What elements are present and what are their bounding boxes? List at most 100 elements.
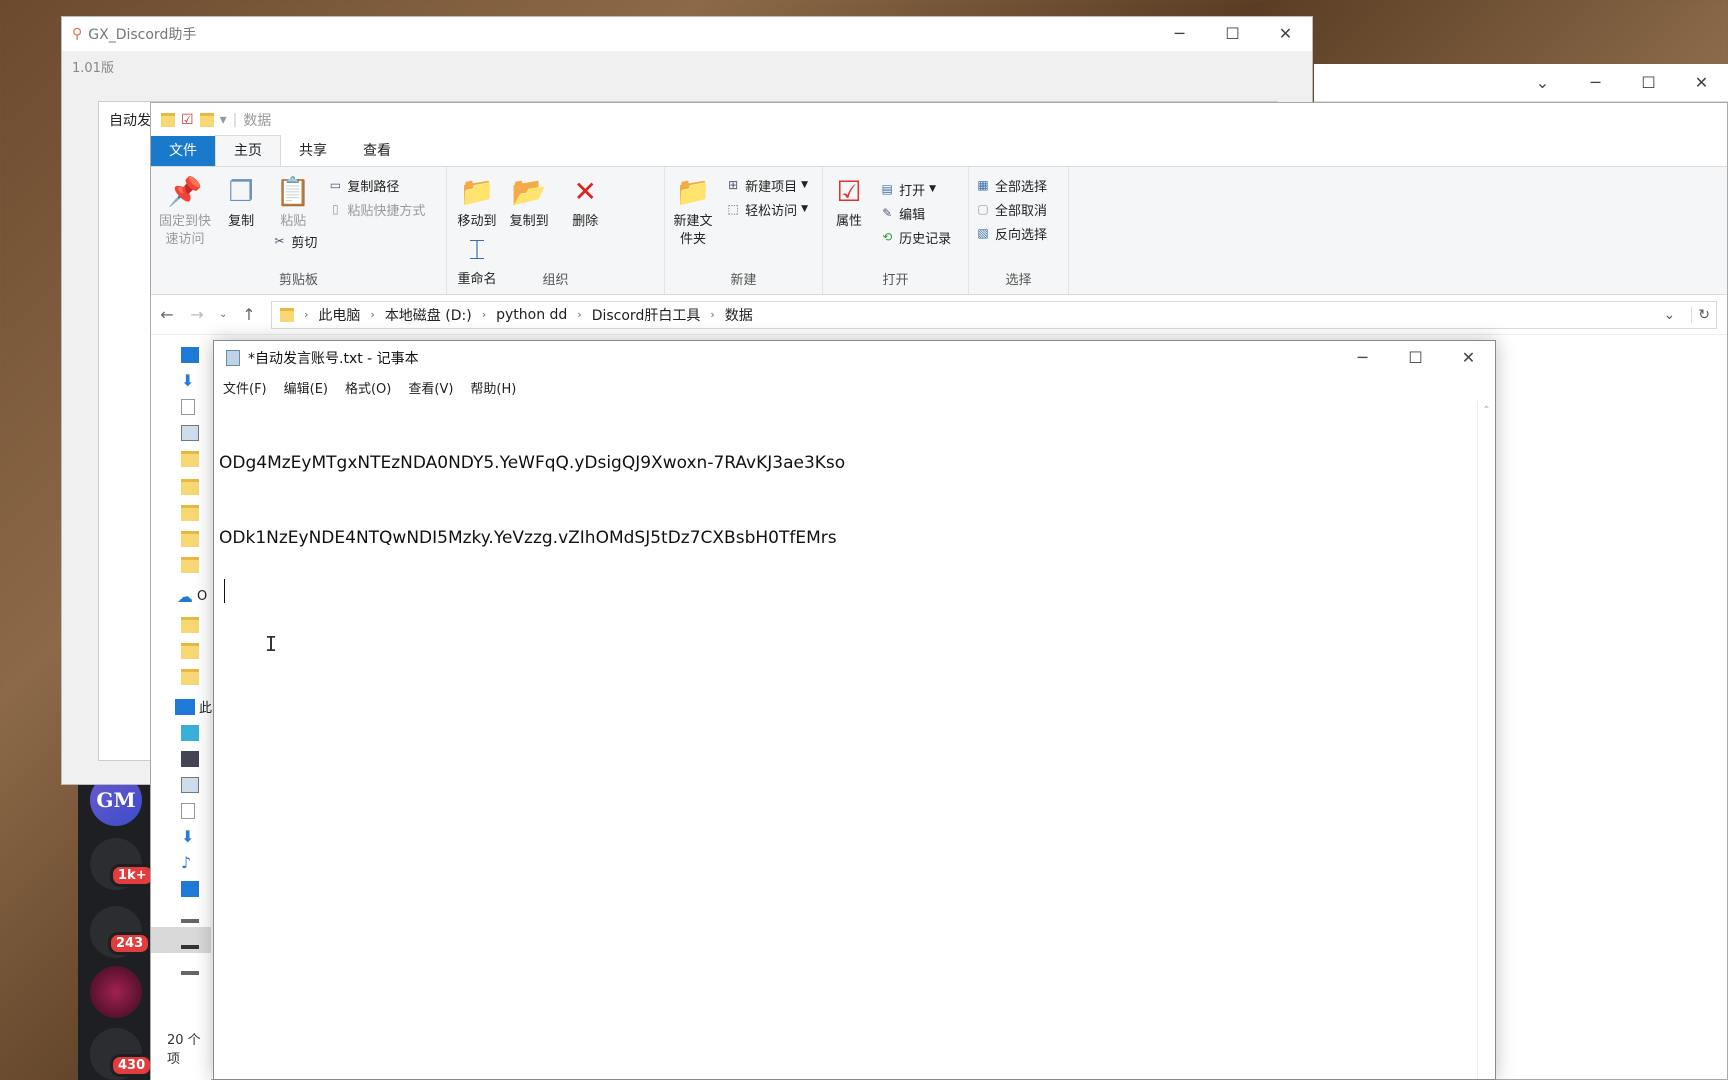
folder-icon[interactable] — [181, 557, 199, 573]
new-folder-icon: 📁 — [675, 175, 711, 208]
close-icon[interactable]: ✕ — [1675, 68, 1728, 98]
scroll-up-icon[interactable]: ⌃ — [1478, 405, 1495, 416]
move-to-button[interactable]: 📁 移动到 — [453, 173, 501, 231]
chevron-down-icon: ▼ — [801, 180, 809, 190]
tab-share[interactable]: 共享 — [281, 136, 345, 166]
document-icon[interactable] — [181, 399, 195, 415]
new-folder-icon[interactable] — [199, 113, 214, 127]
text-line[interactable]: ODg4MzEyMTgxNTEzNDA0NDY5.YeWFqQ.yDsigQJ9… — [219, 451, 1475, 476]
chevron-down-icon[interactable]: ▾ — [220, 112, 227, 128]
folder-icon[interactable] — [181, 531, 199, 547]
edit-button[interactable]: ✎ 编辑 — [879, 201, 951, 225]
copy-to-button[interactable]: 📂 复制到 — [505, 173, 553, 231]
drive-icon[interactable] — [181, 907, 199, 923]
properties-button[interactable]: ☑ 属性 — [829, 173, 869, 231]
server-icon[interactable] — [90, 966, 142, 1018]
drive-icon[interactable] — [181, 933, 199, 949]
maximize-icon[interactable]: ☐ — [1206, 19, 1259, 49]
back-arrow-icon[interactable]: ← — [159, 305, 175, 324]
picture-icon[interactable] — [181, 425, 199, 441]
maximize-icon[interactable]: ☐ — [1389, 343, 1442, 373]
notepad-text-area[interactable]: ODg4MzEyMTgxNTEzNDA0NDY5.YeWFqQ.yDsigQJ9… — [219, 401, 1475, 1079]
chevron-down-icon[interactable]: ⌄ — [1664, 307, 1676, 323]
copy-button[interactable]: ❐ 复制 — [217, 173, 265, 231]
menu-edit[interactable]: 编辑(E) — [284, 378, 328, 397]
paste-button[interactable]: 📋 粘贴 — [269, 173, 317, 231]
folder-icon[interactable] — [181, 669, 199, 685]
desktop-icon[interactable] — [181, 881, 199, 897]
select-all-label: 全部选择 — [995, 179, 1048, 195]
folder-icon[interactable] — [181, 505, 199, 521]
tab-view[interactable]: 查看 — [345, 136, 409, 166]
music-icon[interactable]: ♪ — [181, 855, 199, 871]
download-icon[interactable]: ⬇ — [181, 373, 199, 389]
maximize-icon[interactable]: ☐ — [1622, 68, 1675, 98]
select-none-button[interactable]: ▢ 全部取消 — [975, 197, 1062, 221]
download-icon[interactable]: ⬇ — [181, 829, 199, 845]
this-pc-label[interactable]: 此 — [199, 697, 212, 716]
new-folder-button[interactable]: 📁 新建文件夹 — [671, 173, 715, 249]
minimize-icon[interactable]: ─ — [1153, 19, 1206, 49]
text-caret — [224, 579, 225, 603]
menu-help[interactable]: 帮助(H) — [470, 378, 516, 397]
video-icon[interactable] — [181, 751, 199, 767]
menu-file[interactable]: 文件(F) — [223, 378, 267, 397]
onedrive-label[interactable]: O — [197, 589, 207, 604]
tab-file[interactable]: 文件 — [151, 136, 215, 166]
copy-path-button[interactable]: ▭ 复制路径 — [327, 173, 425, 197]
tab-home[interactable]: 主页 — [215, 135, 281, 166]
forward-arrow-icon[interactable]: → — [189, 305, 205, 324]
folder-icon[interactable] — [181, 643, 199, 659]
minimize-icon[interactable]: ─ — [1569, 68, 1622, 98]
breadcrumb-item[interactable]: 数据 — [725, 305, 753, 325]
picture-icon[interactable] — [181, 777, 199, 793]
chevron-down-icon[interactable]: ⌄ — [219, 309, 227, 320]
up-arrow-icon[interactable]: ↑ — [241, 305, 257, 324]
checkbox-icon[interactable]: ☑ — [181, 112, 194, 128]
refresh-icon[interactable]: ↻ — [1691, 306, 1716, 323]
desktop-icon[interactable] — [181, 347, 199, 363]
notepad-titlebar: *自动发言账号.txt - 记事本 ─ ☐ ✕ — [214, 341, 1495, 375]
text-line[interactable]: ODk1NzEyNDE4NTQwNDI5Mzky.YeVzzg.vZIhOMdS… — [219, 526, 1475, 551]
edit-icon: ✎ — [882, 206, 893, 220]
menu-view[interactable]: 查看(V) — [408, 378, 453, 397]
menu-format[interactable]: 格式(O) — [345, 378, 391, 397]
unread-badge: 1k+ — [110, 864, 155, 887]
delete-button[interactable]: ✕ 删除 — [561, 173, 609, 231]
gx-tab-label[interactable]: 自动发 — [109, 110, 151, 130]
cut-button[interactable]: ✂ 剪切 — [271, 229, 425, 253]
breadcrumb-item[interactable]: Discord肝白工具 — [592, 305, 701, 325]
folder-icon[interactable] — [181, 617, 199, 633]
folder-icon[interactable] — [181, 479, 199, 495]
close-icon[interactable]: ✕ — [1442, 343, 1495, 373]
close-icon[interactable]: ✕ — [1259, 19, 1312, 49]
rename-icon: ⌶ — [468, 233, 486, 266]
delete-icon: ✕ — [573, 175, 598, 208]
discord-server-list: GM 1k+ 243 430 — [78, 760, 155, 1080]
folder-icon[interactable] — [181, 451, 199, 467]
breadcrumb-item[interactable]: python dd — [496, 307, 567, 323]
paste-shortcut-button[interactable]: ▯ 粘贴快捷方式 — [327, 197, 425, 221]
history-button[interactable]: ⟲ 历史记录 — [879, 225, 951, 249]
pin-quick-access-button[interactable]: 📌 固定到快速访问 — [157, 173, 213, 249]
chevron-down-icon[interactable]: ⌄ — [1516, 68, 1569, 98]
minimize-icon[interactable]: ─ — [1336, 343, 1389, 373]
drive-icon[interactable] — [181, 959, 199, 975]
history-icon: ⟲ — [882, 230, 893, 244]
breadcrumb-item[interactable]: 此电脑 — [318, 305, 360, 325]
organize-group-label: 组织 — [542, 273, 569, 288]
delete-label: 删除 — [572, 214, 599, 229]
this-pc-icon[interactable] — [175, 699, 195, 715]
new-item-button[interactable]: ⊞ 新建项目 ▼ — [725, 173, 808, 197]
select-all-button[interactable]: ▦ 全部选择 — [975, 173, 1062, 197]
open-button[interactable]: ▤ 打开 ▼ — [879, 177, 951, 201]
easy-access-button[interactable]: ⬚ 轻松访问 ▼ — [725, 197, 808, 221]
onedrive-icon[interactable]: ☁ — [177, 589, 195, 605]
3d-objects-icon[interactable] — [181, 725, 199, 741]
unread-badge: 243 — [108, 932, 152, 955]
address-bar[interactable]: › 此电脑 › 本地磁盘 (D:) › python dd › Discord肝白工具… — [271, 300, 1717, 329]
vertical-scrollbar[interactable]: ⌃ — [1477, 401, 1495, 1079]
document-icon[interactable] — [181, 803, 195, 819]
invert-selection-button[interactable]: ▧ 反向选择 — [975, 221, 1062, 245]
breadcrumb-item[interactable]: 本地磁盘 (D:) — [385, 305, 472, 325]
